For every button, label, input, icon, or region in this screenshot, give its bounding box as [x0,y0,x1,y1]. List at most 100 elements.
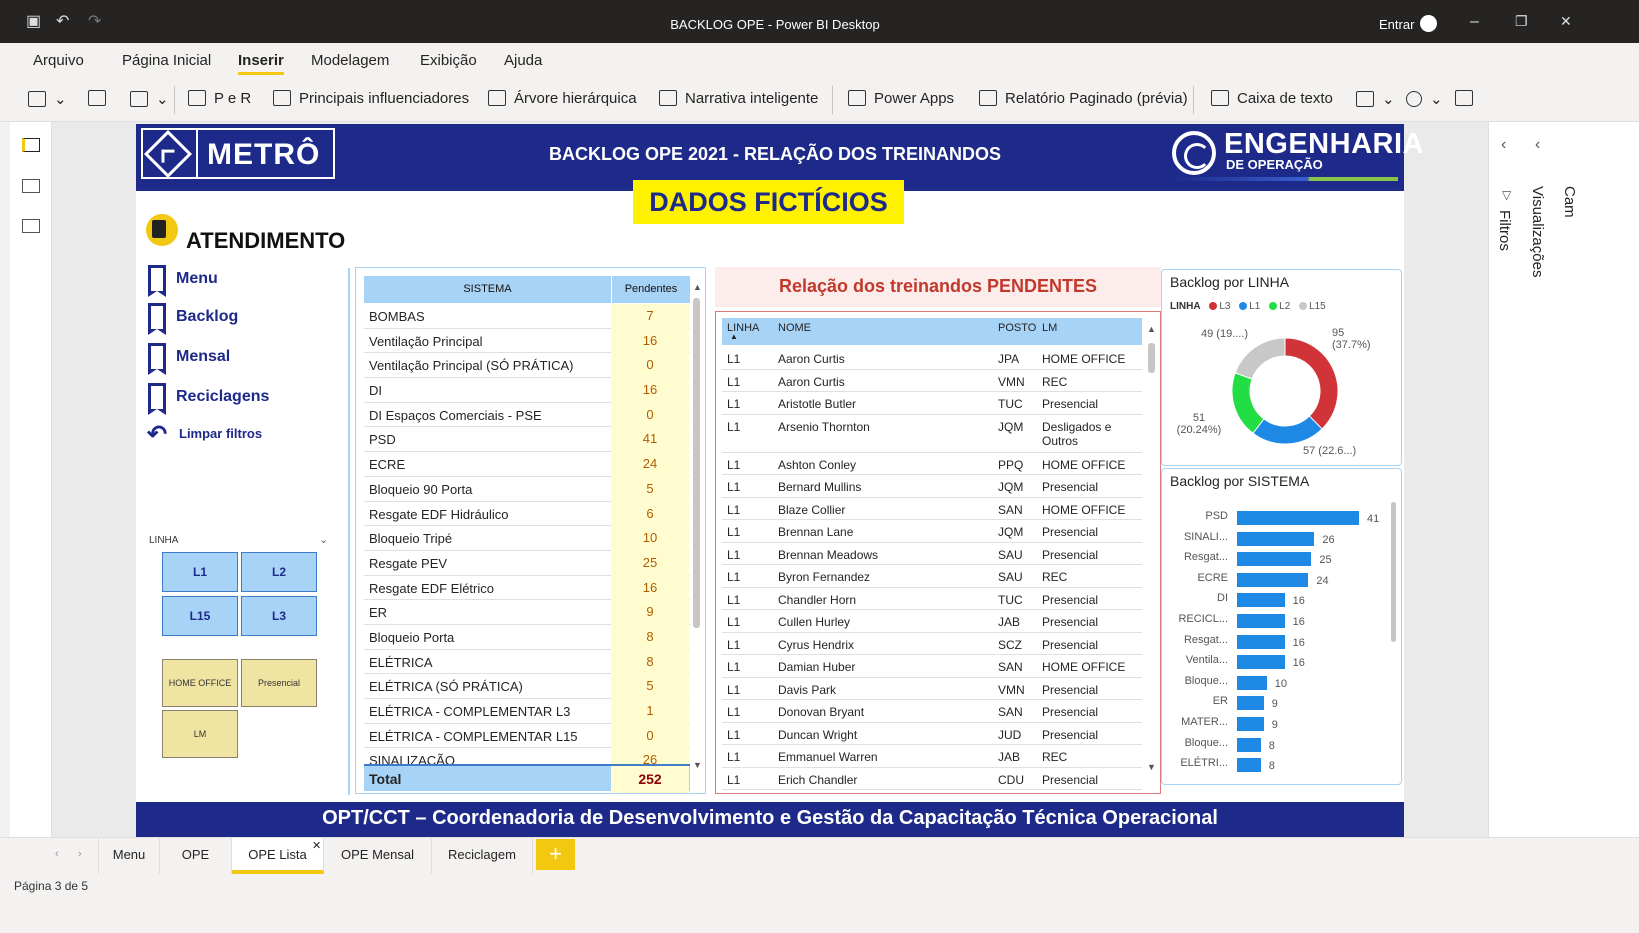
column-header-lm[interactable]: LM [1042,322,1057,334]
table-row[interactable]: Bloqueio 90 Porta 5 [364,476,690,502]
bar[interactable] [1237,758,1261,773]
table-row[interactable]: L1 Duncan Wright JUD Presencial [722,723,1142,745]
table-row[interactable]: ELÉTRICA 8 [364,649,690,675]
table-row[interactable]: L1 Blaze Collier SAN HOME OFFICE [722,498,1142,520]
close-button[interactable]: ✕ [1560,13,1572,30]
table-row[interactable]: L1 Brennan Lane JQM Presencial [722,520,1142,543]
table-row[interactable]: Resgate EDF Elétrico 16 [364,575,690,601]
table-row[interactable]: Ventilação Principal 16 [364,328,690,354]
relacao-scrollbar[interactable] [1148,343,1155,373]
report-view-icon[interactable] [22,138,40,152]
column-header-sistema[interactable]: SISTEMA [364,276,611,303]
table-row[interactable]: Resgate EDF Hidráulico 6 [364,501,690,527]
table-row[interactable]: Resgate PEV 25 [364,550,690,576]
table-row[interactable]: L1 Davis Park VMN Presencial [722,678,1142,700]
table-row[interactable]: BOMBAS 7 [364,304,690,329]
signin-link[interactable]: Entrar [1379,17,1414,32]
bar[interactable] [1237,614,1285,628]
chevron-left-icon[interactable]: ‹ [1535,136,1540,154]
table-row[interactable]: L1 Donovan Bryant SAN Presencial [722,700,1142,723]
table-row[interactable]: L1 Emmanuel Warren JAB REC [722,745,1142,768]
table-row[interactable]: ELÉTRICA (SÓ PRÁTICA) 5 [364,674,690,699]
table-row[interactable]: L1 Aaron Curtis VMN REC [722,370,1142,392]
table-row[interactable]: PSD 41 [364,427,690,453]
scroll-down-icon[interactable]: ▼ [693,760,702,770]
chevron-left-icon[interactable]: ‹ [1501,136,1506,154]
filtros-pane[interactable]: Filtros [1496,210,1513,251]
data-view-icon[interactable] [22,179,40,193]
clear-filters-button[interactable]: ↶ Limpar filtros [147,421,262,448]
nav-backlog-button[interactable]: Backlog [148,303,238,335]
buttons-dropdown[interactable]: ⌄ [1356,90,1395,108]
table-row[interactable]: L1 Chandler Horn TUC Presencial [722,588,1142,610]
slicer-lm-button[interactable]: LM [162,710,238,758]
more-visuals-icon[interactable]: ⌄ [130,90,169,108]
table-row[interactable]: L1 Arsenio Thornton JQM Desligados e Outros [722,415,1142,453]
textbox-button[interactable]: Caixa de texto [1211,90,1333,107]
table-row[interactable]: ER 9 [364,600,690,625]
bar[interactable] [1237,531,1315,546]
new-page-icon[interactable]: ⌄ [28,90,67,108]
tree-button[interactable]: Árvore hierárquica [488,90,637,107]
table-row[interactable]: L1 Cyrus Hendrix SCZ Presencial [722,633,1142,655]
scroll-down-icon[interactable]: ▼ [1147,762,1156,772]
slicer-l3-button[interactable]: L3 [241,596,317,636]
table-row[interactable]: Ventilação Principal (SÓ PRÁTICA) 0 [364,353,690,379]
table-row[interactable]: DI Espaços Comerciais - PSE 0 [364,402,690,428]
donut-slice-l2[interactable] [1231,372,1265,434]
bar[interactable] [1237,593,1285,608]
menu-modelagem[interactable]: Modelagem [311,52,389,69]
table-row[interactable]: L1 Cullen Hurley JAB Presencial [722,610,1142,633]
bar[interactable] [1237,655,1285,670]
chart-scrollbar[interactable] [1391,502,1396,642]
slicer-l1-button[interactable]: L1 [162,552,238,592]
slicer-presencial-button[interactable]: Presencial [241,659,317,707]
nav-menu-button[interactable]: Menu [148,265,218,297]
table-scrollbar[interactable] [693,298,700,628]
table-row[interactable]: L1 Damian Huber SAN HOME OFFICE [722,655,1142,678]
bar[interactable] [1237,511,1359,525]
bar[interactable] [1237,634,1285,649]
minimize-button[interactable]: – [1470,13,1479,31]
avatar[interactable] [1420,15,1437,32]
table-row[interactable]: ELÉTRICA - COMPLEMENTAR L3 1 [364,699,690,724]
restore-button[interactable]: ❐ [1515,13,1528,30]
image-button[interactable] [1455,90,1481,107]
model-view-icon[interactable] [22,219,40,233]
tab-reciclagem[interactable]: Reciclagem [432,838,533,874]
table-row[interactable]: Bloqueio Tripé 10 [364,526,690,551]
menu-pagina-inicial[interactable]: Página Inicial [122,52,211,69]
bar[interactable] [1237,572,1309,587]
column-header-nome[interactable]: NOME [778,322,811,334]
slicer-home-office-button[interactable]: HOME OFFICE [162,659,238,707]
table-row[interactable]: L1 Aaron Curtis JPA HOME OFFICE [722,347,1142,370]
add-page-button[interactable]: + [536,839,575,870]
table-row[interactable]: L1 Ashton Conley PPQ HOME OFFICE [722,453,1142,475]
table-row[interactable]: DI 16 [364,378,690,403]
tab-ope[interactable]: OPE [160,838,232,874]
table-row[interactable]: ECRE 24 [364,452,690,477]
chevron-down-icon[interactable]: ⌄ [319,533,328,546]
paginated-report-button[interactable]: Relatório Paginado (prévia) [979,90,1188,107]
table-row[interactable]: L1 Brennan Meadows SAU Presencial [722,543,1142,565]
tab-ope-lista[interactable]: OPE Lista ✕ [232,838,324,874]
table-row[interactable]: SINALIZAÇÃO 26 [364,748,690,764]
bar[interactable] [1237,696,1264,711]
tab-next-icon[interactable]: › [78,848,82,860]
donut-slice-l15[interactable] [1234,337,1286,380]
table-row[interactable]: L1 Aristotle Butler TUC Presencial [722,392,1142,415]
menu-exibicao[interactable]: Exibição [420,52,477,69]
campos-pane[interactable]: Campos [1561,186,1578,218]
bar[interactable] [1237,737,1261,752]
visualizacoes-pane[interactable]: Visualizações [1529,186,1546,277]
nav-mensal-button[interactable]: Mensal [148,343,230,375]
donut-slice-l3[interactable] [1284,337,1339,430]
narrative-button[interactable]: Narrativa inteligente [659,90,818,107]
scroll-up-icon[interactable]: ▲ [693,282,702,292]
slicer-l15-button[interactable]: L15 [162,596,238,636]
table-row[interactable]: L1 Byron Fernandez SAU REC [722,565,1142,588]
new-visual-icon[interactable] [88,90,114,107]
table-row[interactable]: Bloqueio Porta 8 [364,624,690,650]
bar[interactable] [1237,717,1264,731]
influencers-button[interactable]: Principais influenciadores [273,90,469,107]
